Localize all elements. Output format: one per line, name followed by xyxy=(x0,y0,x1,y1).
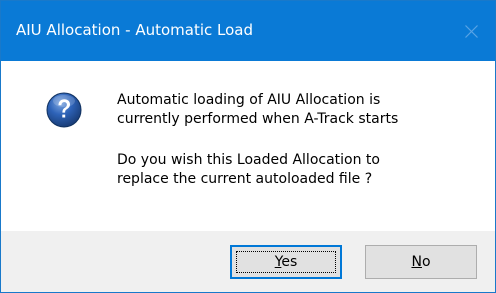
message-paragraph-2: Do you wish this Loaded Allocation to re… xyxy=(117,151,380,189)
title-bar[interactable]: AIU Allocation - Automatic Load xyxy=(1,1,495,61)
no-button-label: No xyxy=(411,254,430,270)
message-area: Automatic loading of AIU Allocation is c… xyxy=(1,61,495,231)
message-line: replace the current autoloaded file ? xyxy=(117,171,373,187)
question-icon xyxy=(46,92,82,128)
message-line: Do you wish this Loaded Allocation to xyxy=(117,152,380,168)
yes-button[interactable]: Yes xyxy=(230,245,342,279)
message-paragraph-1: Automatic loading of AIU Allocation is c… xyxy=(117,91,398,129)
no-mnemonic: N xyxy=(411,254,422,270)
close-button[interactable] xyxy=(449,1,495,61)
message-dialog: AIU Allocation - Automatic Load Automati… xyxy=(0,0,496,293)
no-button[interactable]: No xyxy=(365,245,477,279)
focus-ring xyxy=(236,251,336,273)
button-bar: Yes No xyxy=(1,231,495,292)
message-line: Automatic loading of AIU Allocation is xyxy=(117,92,381,108)
no-label-rest: o xyxy=(421,254,431,270)
window-title: AIU Allocation - Automatic Load xyxy=(16,21,254,39)
message-line: currently performed when A-Track starts xyxy=(117,111,399,127)
close-icon xyxy=(465,25,478,38)
